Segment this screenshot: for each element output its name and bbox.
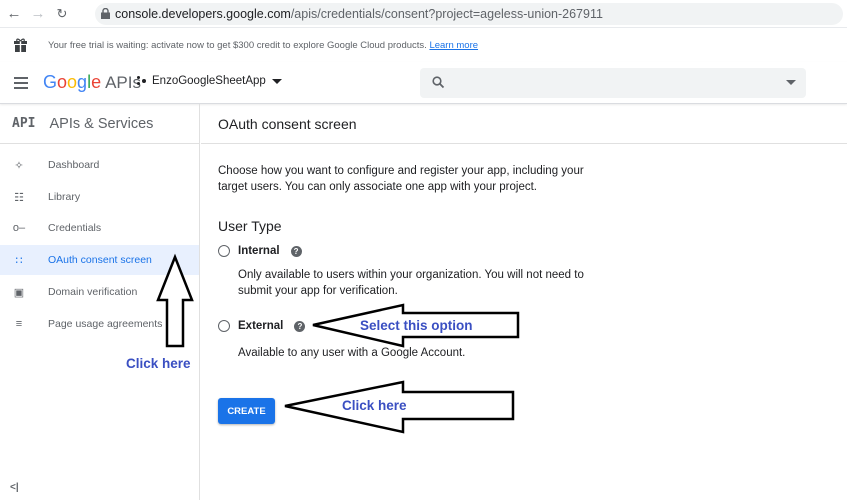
annotation-layer bbox=[156, 253, 520, 434]
click-here-sidebar-annotation: Click here bbox=[126, 356, 191, 371]
select-option-annotation: Select this option bbox=[360, 318, 473, 333]
click-here-create-annotation: Click here bbox=[342, 398, 407, 413]
up-arrow-annotation bbox=[156, 253, 194, 348]
